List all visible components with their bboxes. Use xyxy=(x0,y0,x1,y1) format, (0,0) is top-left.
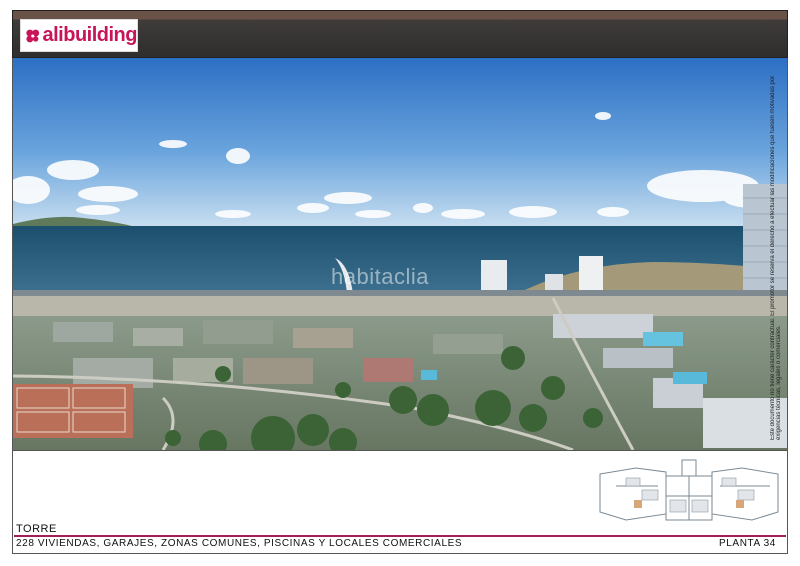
disclaimer-text: Este documento no tiene carácter contrac… xyxy=(770,75,782,440)
footer-divider xyxy=(12,450,788,451)
watermark: habitaclia xyxy=(331,264,429,289)
brochure-page: alibuilding habitaclia Este documento no… xyxy=(0,0,800,566)
footer-accent-line xyxy=(14,535,786,537)
brand-name: alibuilding xyxy=(42,24,138,46)
tower xyxy=(579,256,603,292)
glass-railing xyxy=(13,290,787,296)
tower xyxy=(481,260,507,292)
floor-plan-icon xyxy=(599,459,779,521)
project-description: 228 VIVIENDAS, GARAJES, ZONAS COMUNES, P… xyxy=(16,538,463,549)
alibuilding-flower-icon xyxy=(26,29,40,42)
sea-view-illustration xyxy=(13,58,787,450)
building-name: TORRE xyxy=(16,523,57,535)
floor-label: PLANTA 34 xyxy=(719,538,776,549)
brand-logo: alibuilding xyxy=(20,19,138,52)
view-render: habitaclia xyxy=(12,58,788,450)
